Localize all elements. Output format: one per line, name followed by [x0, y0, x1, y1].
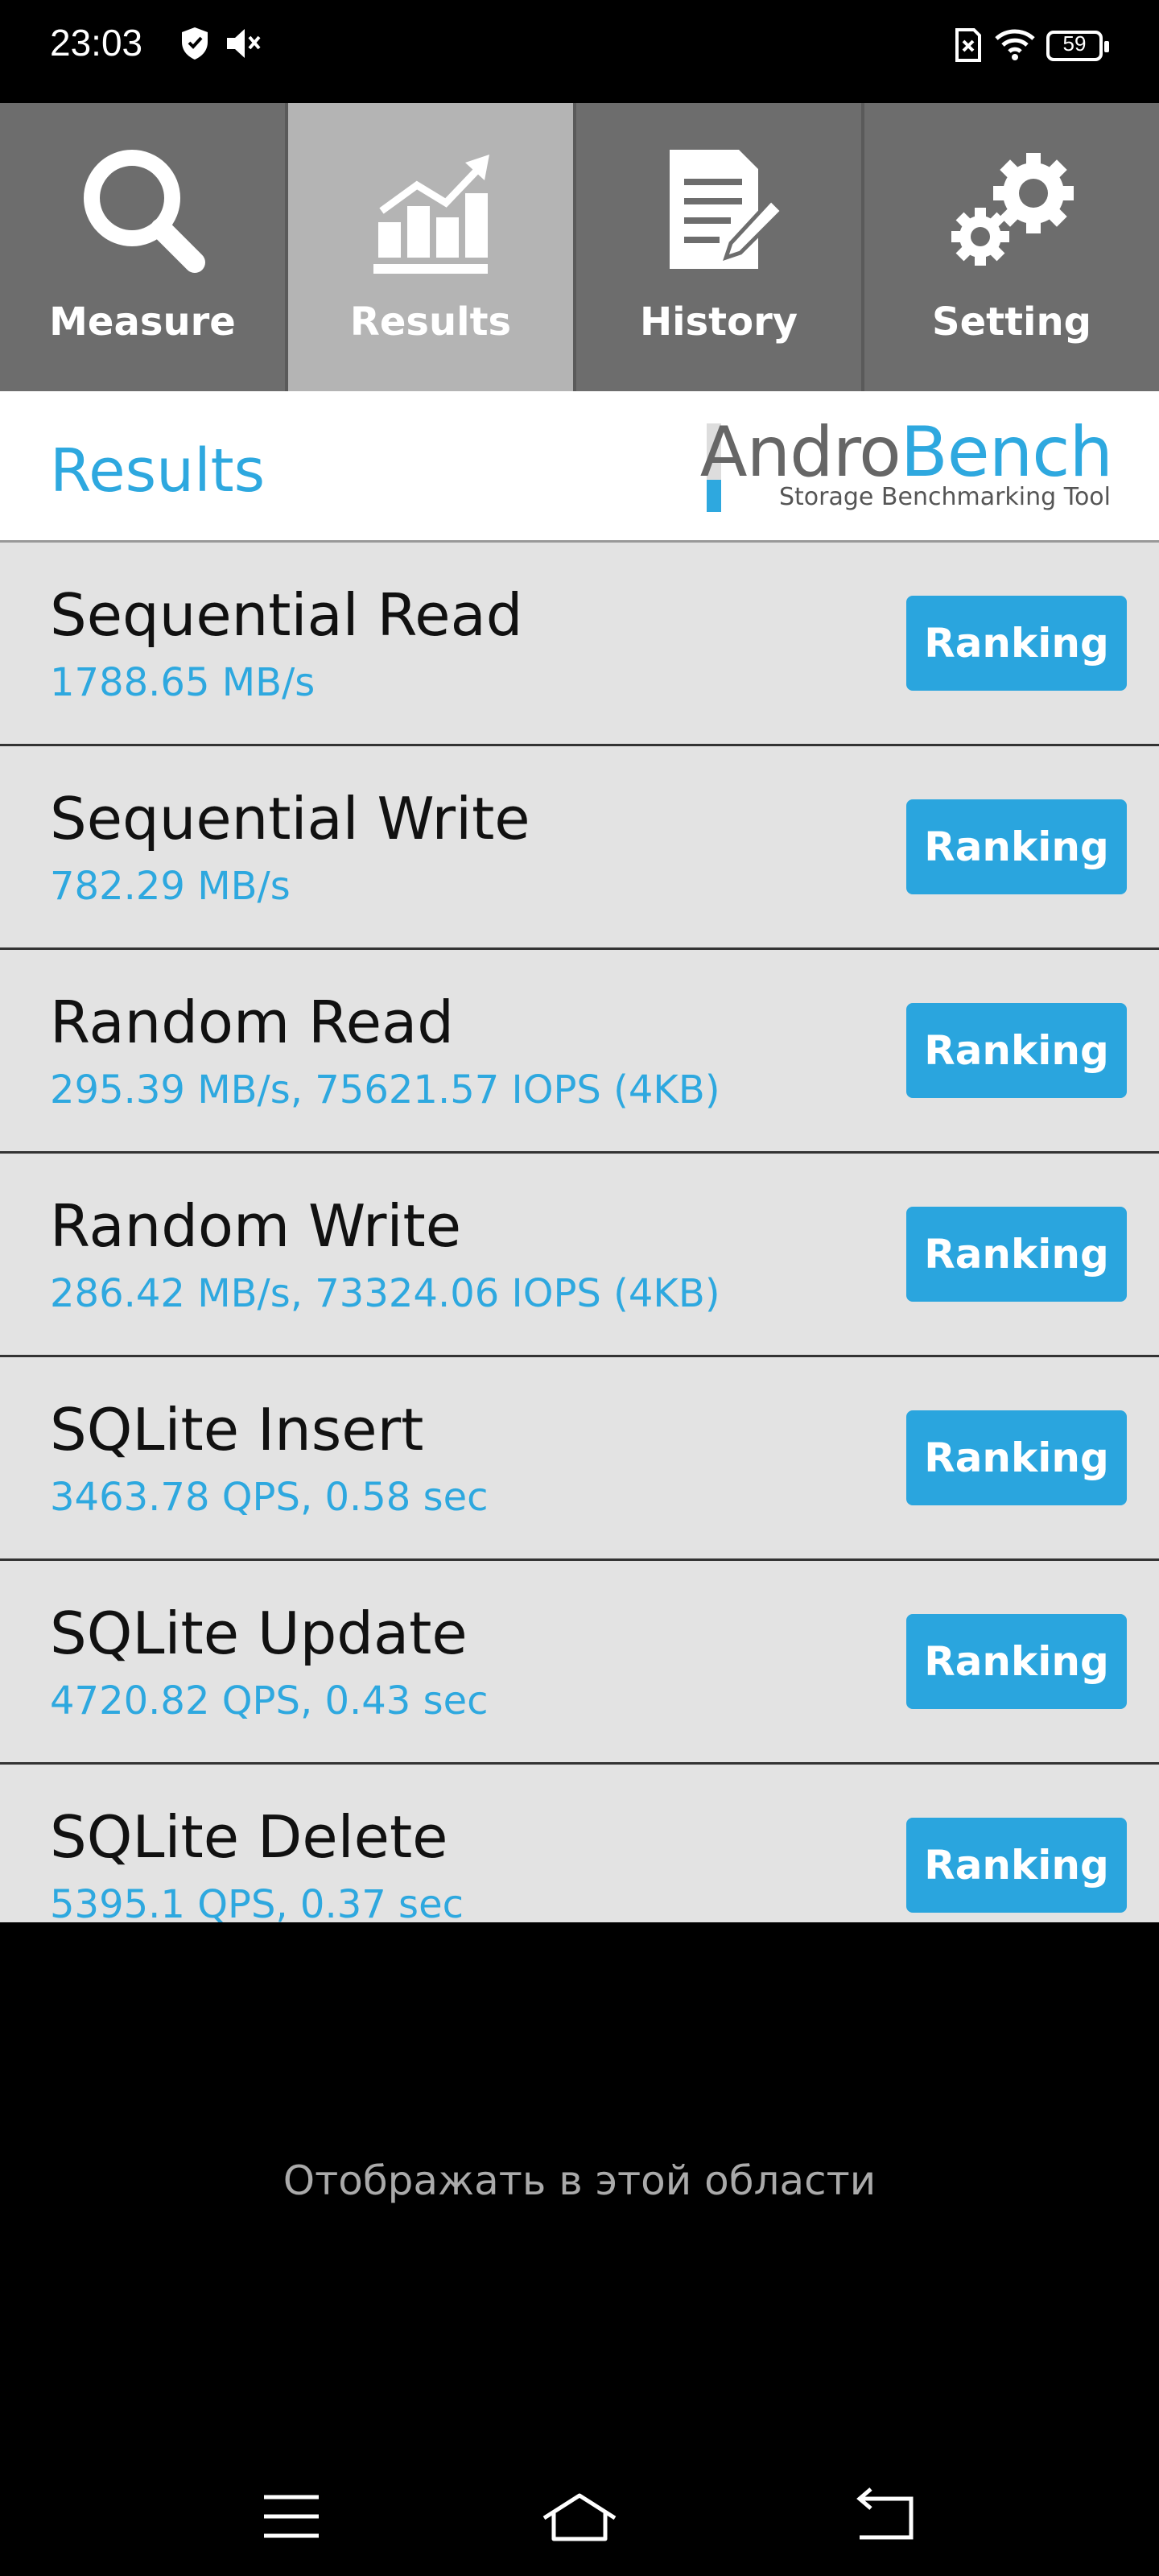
result-value: 4720.82 QPS, 0.43 sec [50, 1678, 489, 1724]
androbench-logo: AndroBench [699, 412, 1113, 493]
chart-icon [373, 155, 489, 274]
no-sim-icon [955, 28, 981, 62]
logo-andro: Andro [699, 412, 901, 493]
tab-history[interactable]: History [576, 103, 864, 391]
ranking-button[interactable]: Ranking [906, 596, 1127, 691]
mute-icon [227, 29, 261, 58]
ranking-button[interactable]: Ranking [906, 1003, 1127, 1098]
result-name: Sequential Read [50, 581, 523, 649]
result-row: Sequential Write 782.29 MB/s Ranking [0, 746, 1159, 950]
result-value: 1788.65 MB/s [50, 660, 316, 705]
ranking-button[interactable]: Ranking [906, 1207, 1127, 1302]
tab-label: Results [349, 299, 512, 345]
ranking-button[interactable]: Ranking [906, 1410, 1127, 1505]
result-name: SQLite Insert [50, 1396, 424, 1463]
result-name: SQLite Delete [50, 1803, 448, 1871]
tab-measure[interactable]: Measure [0, 103, 288, 391]
wifi-icon [995, 29, 1035, 60]
result-row: Sequential Read 1788.65 MB/s Ranking [0, 543, 1159, 746]
results-list[interactable]: Sequential Read 1788.65 MB/s Ranking Seq… [0, 543, 1159, 1922]
shield-icon [182, 27, 208, 60]
status-time: 23:03 [50, 22, 143, 64]
result-value: 286.42 MB/s, 73324.06 IOPS (4KB) [50, 1271, 720, 1316]
result-row: Random Read 295.39 MB/s, 75621.57 IOPS (… [0, 950, 1159, 1154]
back-icon[interactable] [834, 2471, 930, 2560]
result-value: 295.39 MB/s, 75621.57 IOPS (4KB) [50, 1067, 720, 1113]
result-value: 5395.1 QPS, 0.37 sec [50, 1882, 464, 1922]
menu-icon[interactable] [243, 2471, 340, 2560]
result-value: 3463.78 QPS, 0.58 sec [50, 1475, 489, 1520]
result-name: Random Read [50, 989, 454, 1056]
magnifier-icon [84, 150, 205, 273]
battery-icon: 59 [1046, 31, 1109, 61]
tab-setting[interactable]: Setting [864, 103, 1159, 391]
ranking-button[interactable]: Ranking [906, 799, 1127, 894]
battery-level: 59 [1062, 31, 1087, 56]
tab-label: History [639, 299, 798, 345]
result-name: Sequential Write [50, 785, 530, 852]
results-header: Results AndroBench Storage Benchmarking … [0, 391, 1159, 543]
ad-placeholder-text: Отображать в этой области [283, 2157, 876, 2204]
ad-placeholder-area: Отображать в этой области [0, 1922, 1159, 2454]
result-row: SQLite Delete 5395.1 QPS, 0.37 sec Ranki… [0, 1765, 1159, 1922]
gears-icon [951, 153, 1074, 266]
result-name: SQLite Update [50, 1600, 468, 1667]
system-nav-bar [0, 2454, 1159, 2576]
logo-subtitle: Storage Benchmarking Tool [779, 483, 1111, 511]
document-icon [670, 150, 786, 269]
home-icon[interactable] [531, 2471, 628, 2560]
ranking-button[interactable]: Ranking [906, 1614, 1127, 1709]
tab-label: Setting [932, 299, 1091, 345]
tab-bar: Measure Results History Setting [0, 103, 1159, 391]
page-title: Results [50, 436, 266, 506]
result-name: Random Write [50, 1192, 462, 1260]
result-value: 782.29 MB/s [50, 864, 291, 909]
logo-bench: Bench [900, 412, 1113, 493]
result-row: SQLite Update 4720.82 QPS, 0.43 sec Rank… [0, 1561, 1159, 1765]
tab-label: Measure [49, 299, 236, 345]
status-bar: 23:03 59 [0, 0, 1159, 103]
ranking-button[interactable]: Ranking [906, 1818, 1127, 1913]
tab-results[interactable]: Results [288, 103, 576, 391]
result-row: Random Write 286.42 MB/s, 73324.06 IOPS … [0, 1154, 1159, 1357]
result-row: SQLite Insert 3463.78 QPS, 0.58 sec Rank… [0, 1357, 1159, 1561]
